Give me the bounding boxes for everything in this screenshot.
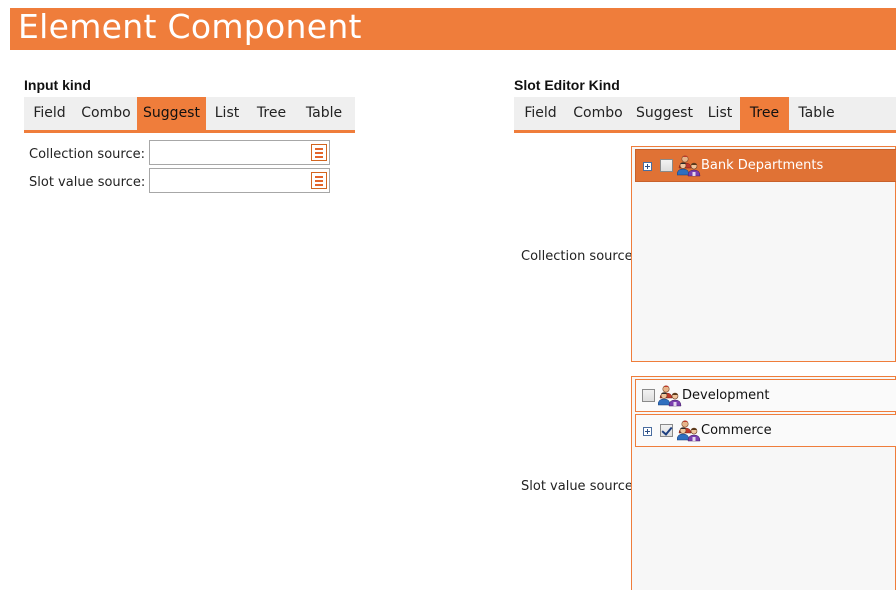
input-kind-title: Input kind — [24, 77, 91, 93]
slot-editor-kind-tabbar: Field Combo Suggest List Tree Table — [514, 97, 896, 133]
input-kind-tab-list[interactable]: List — [206, 97, 248, 130]
input-kind-tab-combo[interactable]: Combo — [75, 97, 137, 130]
input-kind-tab-table[interactable]: Table — [295, 97, 353, 130]
tree-node-development[interactable]: Development — [635, 379, 896, 412]
collection-source-input[interactable] — [149, 140, 330, 165]
tree-node-label: Commerce — [701, 423, 772, 438]
collection-source-tree[interactable]: Bank Departments — [631, 146, 896, 362]
input-kind-tab-suggest[interactable]: Suggest — [137, 97, 206, 130]
user-group-icon — [658, 384, 682, 408]
slot-value-source-input[interactable] — [149, 168, 330, 193]
slot-editor-tab-field[interactable]: Field — [514, 97, 567, 130]
collection-source-label: Collection source: — [29, 147, 145, 162]
tree-node-label: Bank Departments — [701, 158, 824, 173]
slot-value-source-tree[interactable]: Development Commerce — [631, 376, 896, 590]
list-icon[interactable] — [311, 172, 327, 189]
slot-value-source-label: Slot value source: — [29, 175, 146, 190]
slot-editor-tab-suggest[interactable]: Suggest — [629, 97, 700, 130]
tree-node-label: Development — [682, 388, 770, 403]
list-icon[interactable] — [311, 144, 327, 161]
expand-icon[interactable] — [643, 162, 652, 171]
input-kind-tab-tree[interactable]: Tree — [248, 97, 295, 130]
input-kind-tab-field[interactable]: Field — [24, 97, 75, 130]
tree-slot-value-source-label: Slot value source: — [521, 479, 638, 494]
tree-node-checkbox[interactable] — [642, 389, 655, 402]
tree-node-checkbox[interactable] — [660, 424, 673, 437]
slot-editor-tab-tree[interactable]: Tree — [740, 97, 789, 130]
tree-node-checkbox[interactable] — [660, 159, 673, 172]
input-kind-tabbar: Field Combo Suggest List Tree Table — [24, 97, 355, 133]
page-header: Element Component — [10, 7, 896, 50]
expand-icon[interactable] — [643, 427, 652, 436]
user-group-icon — [677, 154, 701, 178]
user-group-icon — [677, 419, 701, 443]
page-title: Element Component — [18, 7, 362, 46]
tree-node-commerce[interactable]: Commerce — [635, 414, 896, 447]
slot-editor-kind-title: Slot Editor Kind — [514, 77, 620, 93]
tree-collection-source-label: Collection source: — [521, 249, 637, 264]
slot-editor-tab-list[interactable]: List — [700, 97, 740, 130]
slot-editor-tab-combo[interactable]: Combo — [567, 97, 629, 130]
slot-editor-tab-table[interactable]: Table — [789, 97, 844, 130]
tree-node-bank-departments[interactable]: Bank Departments — [635, 149, 896, 182]
